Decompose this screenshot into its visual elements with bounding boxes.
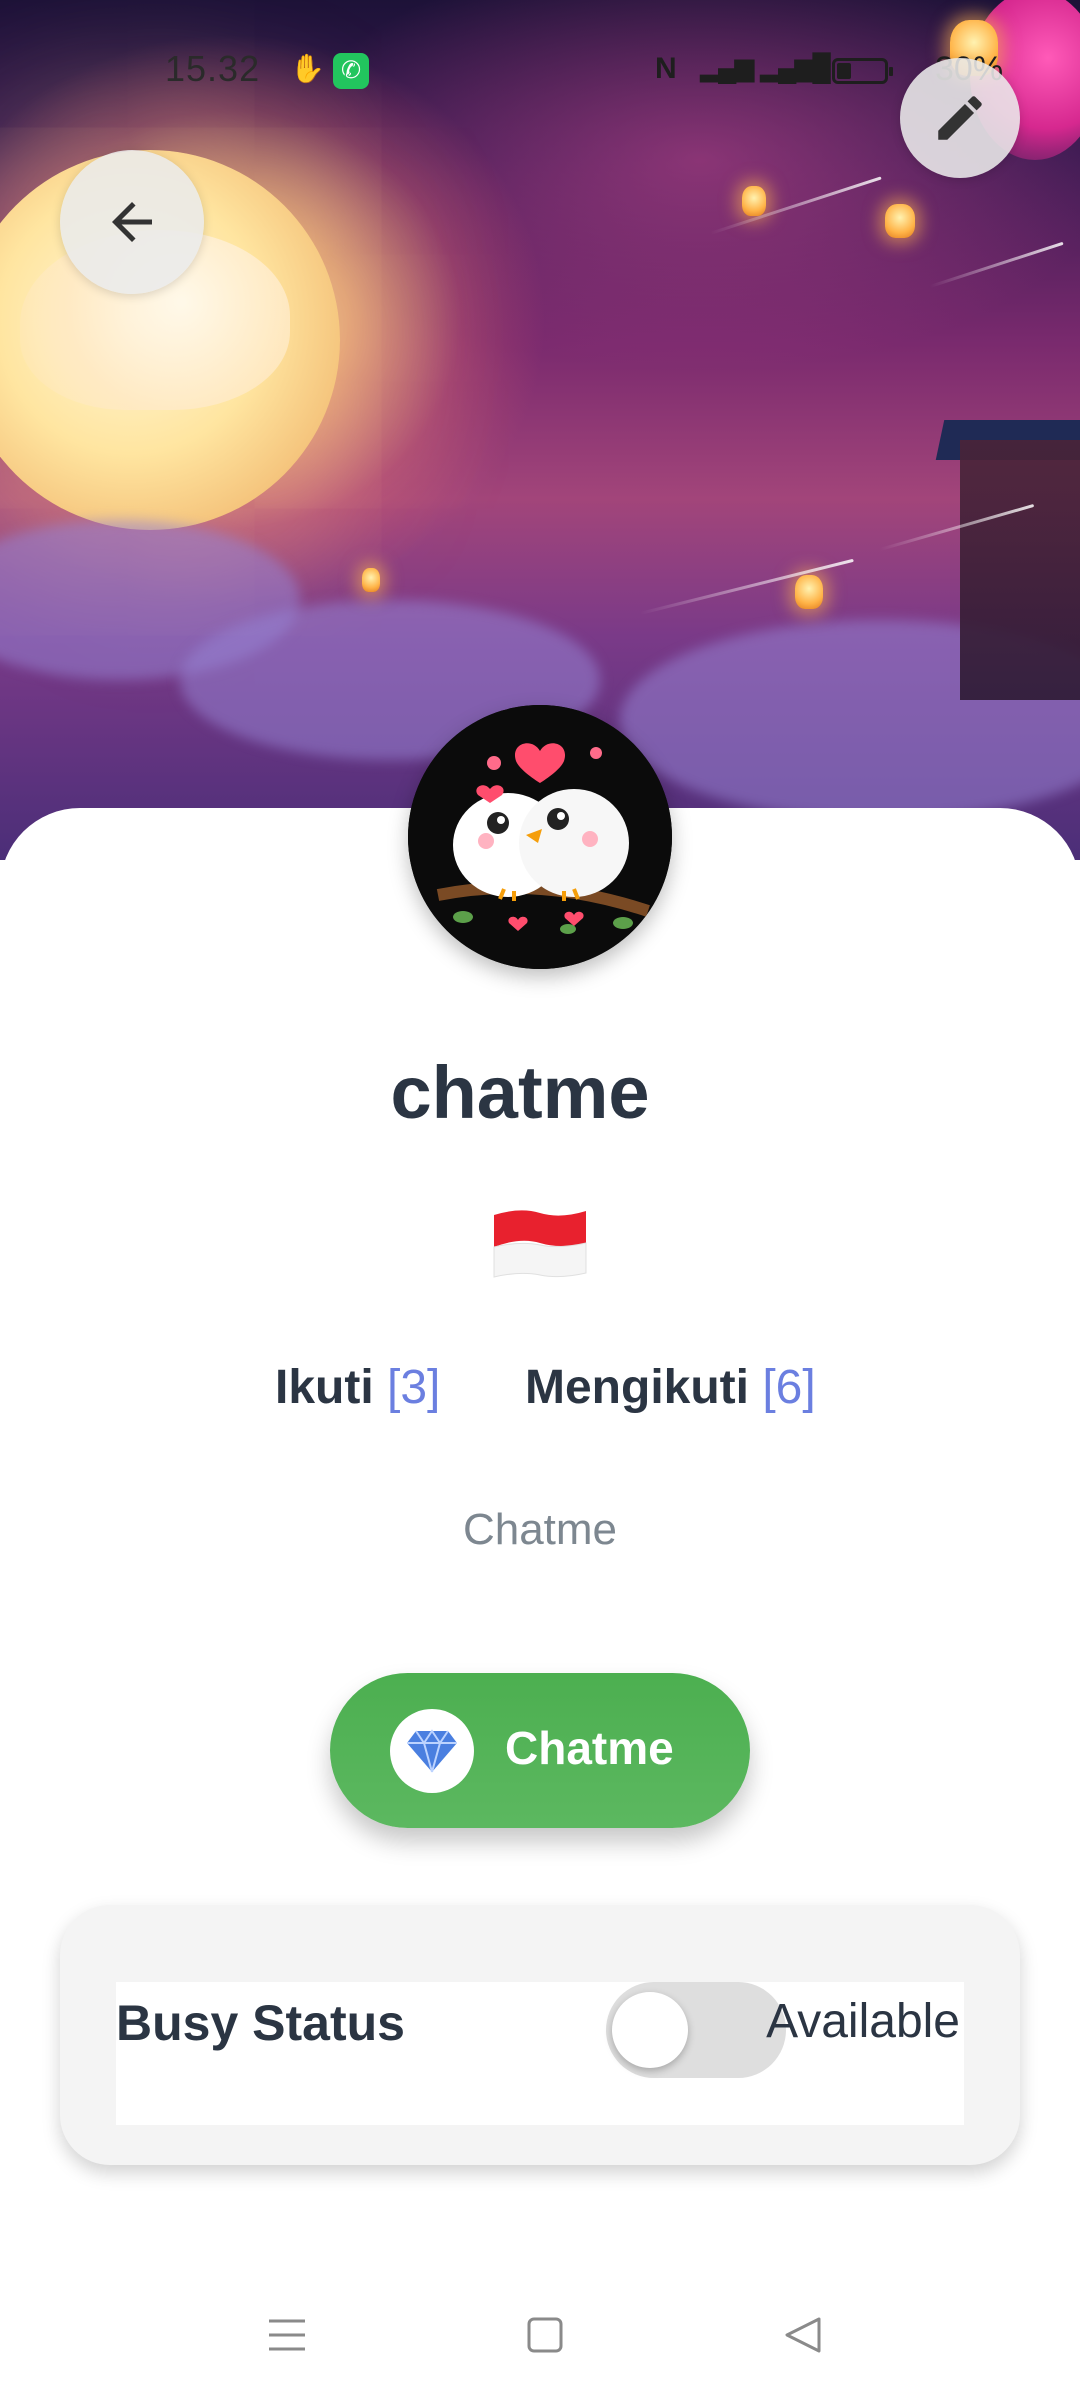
menu-icon: [269, 2319, 305, 2351]
chat-button[interactable]: Chatme: [330, 1673, 750, 1828]
availability-label: Available: [766, 1995, 960, 2048]
following-count: [3]: [387, 1361, 441, 1414]
followers-count: [6]: [762, 1361, 816, 1414]
busy-status-label: Busy Status: [116, 1995, 405, 2051]
signal-4g-icon: ▂▄▆█: [760, 52, 831, 82]
diamond-icon-badge: [390, 1709, 474, 1793]
lantern-art: [742, 186, 766, 216]
love-birds-avatar-image: [408, 705, 672, 969]
shooting-star-art: [929, 241, 1064, 288]
arrow-left-icon: [112, 202, 152, 242]
follow-stats: Ikuti [3] Mengikuti [6]: [0, 1360, 1080, 1420]
followers-stat[interactable]: Mengikuti [6]: [525, 1360, 816, 1415]
indonesia-flag-icon: [493, 1210, 587, 1278]
pavilion-art: [960, 440, 1080, 700]
nfc-icon: N: [655, 52, 677, 85]
profile-bio: Chatme: [462, 1505, 618, 1554]
following-label: Ikuti: [275, 1361, 374, 1414]
system-nav-bar: [0, 2280, 1080, 2390]
busy-status-card: Busy Status Available: [60, 1905, 1020, 2165]
pencil-icon: [938, 96, 982, 140]
lantern-art: [795, 575, 823, 609]
signal-icon: ▂▄▆: [700, 52, 754, 82]
triangle-back-icon: [785, 2317, 821, 2353]
recent-apps-button[interactable]: [252, 2300, 322, 2370]
home-button[interactable]: [510, 2300, 580, 2370]
profile-screen: 15.32 ✋ ✆ N ▂▄▆ ▂▄▆█ 30%: [0, 0, 1080, 2400]
avatar[interactable]: [408, 705, 672, 969]
edit-profile-button[interactable]: [900, 58, 1020, 178]
battery-icon: [832, 58, 893, 84]
chat-button-label: Chatme: [505, 1722, 674, 1774]
followers-label: Mengikuti: [525, 1361, 749, 1414]
busy-status-row: Busy Status Available: [116, 1982, 964, 2125]
diamond-icon: [407, 1729, 457, 1773]
system-back-button[interactable]: [768, 2300, 838, 2370]
following-stat[interactable]: Ikuti [3]: [275, 1360, 440, 1415]
phone-call-icon: ✆: [333, 53, 369, 89]
shooting-star-art: [709, 176, 882, 235]
status-time: 15.32: [165, 48, 261, 89]
home-square-icon: [527, 2317, 563, 2353]
back-button[interactable]: [60, 150, 204, 294]
toggle-knob: [612, 1992, 688, 2068]
profile-name: chatme: [390, 1051, 650, 1134]
hand-icon: ✋: [290, 53, 325, 84]
busy-status-toggle[interactable]: [606, 1982, 786, 2078]
lantern-art: [885, 204, 915, 238]
lantern-art: [362, 568, 380, 592]
